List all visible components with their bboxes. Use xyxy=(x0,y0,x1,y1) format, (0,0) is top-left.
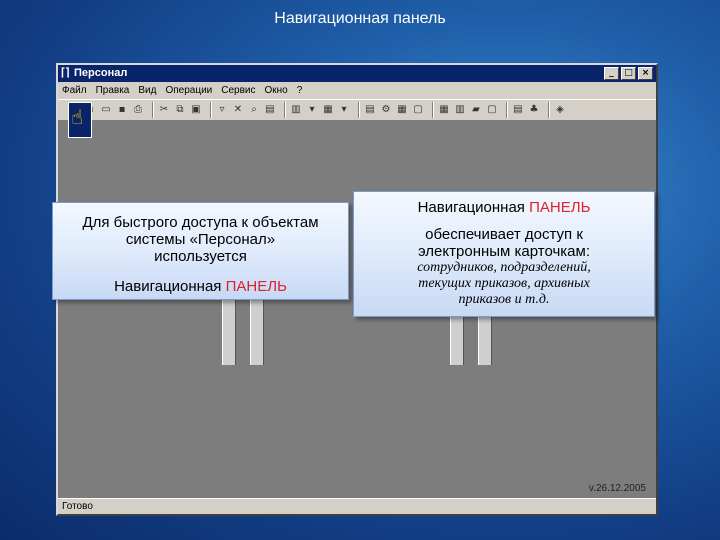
nav-accent: ПАНЕЛЬ xyxy=(225,278,287,295)
callout-line: Для быстрого доступа к объектам xyxy=(82,214,319,231)
toolbar-separator xyxy=(284,102,286,118)
close-button[interactable]: × xyxy=(638,67,653,80)
hand-pointer-icon: ☝ xyxy=(71,105,84,129)
toolbar-separator xyxy=(548,102,550,118)
edit-icon[interactable]: ▢ xyxy=(486,104,498,116)
callout-line: используется xyxy=(154,248,247,265)
delete-icon[interactable]: ✕ xyxy=(232,104,244,116)
callout-nav-label: Навигационная ПАНЕЛЬ xyxy=(354,199,654,216)
toolbar-separator xyxy=(432,102,434,118)
document-icon[interactable]: ▤ xyxy=(264,104,276,116)
app-icon: ⌈⌉ xyxy=(61,67,70,79)
calendar-icon[interactable]: ▢ xyxy=(412,104,424,116)
toolbar-separator xyxy=(152,102,154,118)
version-label: v.26.12.2005 xyxy=(588,483,646,494)
toolbar-separator xyxy=(506,102,508,118)
toolbar: ▫ ▭ ▪ ⎙ ✂ ⧉ ▣ ▿ ✕ ⌕ ▤ ▥ ▾ ▦ ▾ ▤ ⚙ ▦ ▢ ▦ … xyxy=(58,99,656,121)
sort-icon[interactable]: ▾ xyxy=(306,104,318,116)
slide-title: Навигационная панель xyxy=(274,10,446,27)
nav-prefix: Навигационная xyxy=(417,199,530,216)
callout-italic-line: текущих приказов, архивных xyxy=(418,276,590,291)
card-icon[interactable]: ▾ xyxy=(338,104,350,116)
people-icon[interactable]: ♣ xyxy=(528,104,540,116)
status-bar: Готово xyxy=(58,498,656,514)
employee-icon[interactable]: ▤ xyxy=(364,104,376,116)
filter-icon[interactable]: ▿ xyxy=(216,104,228,116)
callout-quick-access: Для быстрого доступа к объектам системы … xyxy=(52,202,349,300)
paste-icon[interactable]: ▣ xyxy=(190,104,202,116)
window-title: Персонал xyxy=(74,67,128,79)
minimize-button[interactable]: _ xyxy=(604,67,619,80)
open-icon[interactable]: ▭ xyxy=(100,104,112,116)
menu-edit[interactable]: Правка xyxy=(96,85,130,96)
nav-accent: ПАНЕЛЬ xyxy=(529,199,591,216)
callout-line: электронным карточкам: xyxy=(417,243,591,260)
copy-icon[interactable]: ⧉ xyxy=(174,104,186,116)
table-icon[interactable]: ▥ xyxy=(454,104,466,116)
maximize-button[interactable]: □ xyxy=(621,67,636,80)
callout-line: обеспечивает доступ к xyxy=(425,226,583,243)
menu-help[interactable]: ? xyxy=(297,85,303,96)
grid-icon[interactable]: ▦ xyxy=(438,104,450,116)
window-controls: _ □ × xyxy=(604,67,653,80)
nav-prefix: Навигационная xyxy=(114,278,226,295)
grid-icon[interactable]: ▦ xyxy=(396,104,408,116)
window-titlebar: ⌈⌉ Персонал _ □ × xyxy=(58,65,656,82)
callout-italic-line: приказов и т.д. xyxy=(458,292,550,307)
toolbar-separator xyxy=(358,102,360,118)
report-icon[interactable]: ▦ xyxy=(322,104,334,116)
callout-italic-line: сотрудников, подразделений, xyxy=(417,260,591,275)
cut-icon[interactable]: ✂ xyxy=(158,104,170,116)
menu-view[interactable]: Вид xyxy=(138,85,156,96)
callout-nav-label: Навигационная ПАНЕЛЬ xyxy=(53,278,348,295)
report-icon[interactable]: ▤ xyxy=(512,104,524,116)
menu-bar: Файл Правка Вид Операции Сервис Окно ? xyxy=(58,82,656,99)
folder-icon[interactable]: ▰ xyxy=(470,104,482,116)
help-icon[interactable]: ◈ xyxy=(554,104,566,116)
menu-window[interactable]: Окно xyxy=(265,85,288,96)
menu-service[interactable]: Сервис xyxy=(221,85,255,96)
menu-operations[interactable]: Операции xyxy=(165,85,212,96)
toolbar-separator xyxy=(210,102,212,118)
save-icon[interactable]: ▪ xyxy=(116,104,128,116)
menu-file[interactable]: Файл xyxy=(62,85,87,96)
callout-access-cards: Навигационная ПАНЕЛЬ обеспечивает доступ… xyxy=(353,191,655,317)
find-icon[interactable]: ⌕ xyxy=(248,104,260,116)
settings-icon[interactable]: ⚙ xyxy=(380,104,392,116)
callout-line: системы «Персонал» xyxy=(125,231,276,248)
navigation-panel-button[interactable]: ☝ xyxy=(68,102,92,138)
tree-icon[interactable]: ▥ xyxy=(290,104,302,116)
print-icon[interactable]: ⎙ xyxy=(132,104,144,116)
